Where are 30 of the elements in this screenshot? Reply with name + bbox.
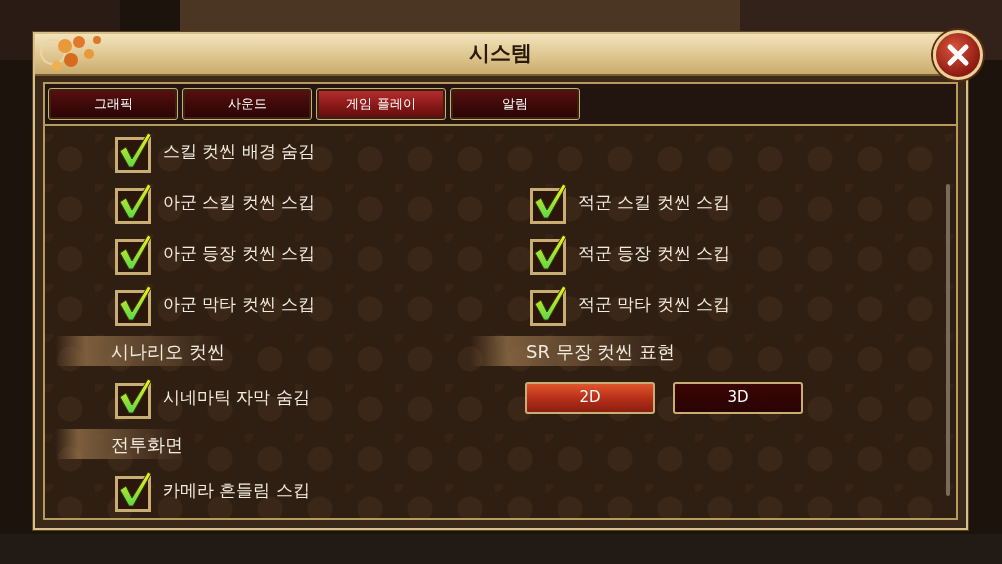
- checkbox-label: 적군 등장 컷씬 스킵: [578, 241, 731, 265]
- checkbox[interactable]: [115, 181, 153, 224]
- scrollbar[interactable]: [946, 184, 950, 496]
- section-heading: 시나리오 컷씬: [55, 336, 225, 366]
- checkbox-label: 시네마틱 자막 숨김: [163, 385, 310, 409]
- checkbox-label: 스킬 컷씬 배경 숨김: [163, 139, 316, 163]
- checkbox[interactable]: [115, 130, 153, 173]
- close-icon: [946, 43, 970, 67]
- checkbox[interactable]: [530, 232, 568, 275]
- window-title: 시스템: [469, 40, 532, 68]
- option-button[interactable]: 2D: [525, 381, 655, 414]
- tab[interactable]: 게임 플레이: [316, 88, 446, 120]
- checkbox-label: 아군 막타 컷씬 스킵: [163, 292, 316, 316]
- checkbox-label: 아군 스킬 컷씬 스킵: [163, 190, 316, 214]
- checkbox[interactable]: [530, 283, 568, 326]
- checkbox-label: 아군 등장 컷씬 스킵: [163, 241, 316, 265]
- checkbox[interactable]: [115, 283, 153, 326]
- tab[interactable]: 그래픽: [48, 88, 178, 120]
- checkbox[interactable]: [530, 181, 568, 224]
- section-heading: SR 무장 컷씬 표현: [470, 336, 676, 366]
- checkbox[interactable]: [115, 232, 153, 275]
- checkbox[interactable]: [115, 376, 153, 419]
- section-heading: 전투화면: [55, 429, 183, 459]
- checkbox-label: 적군 스킬 컷씬 스킵: [578, 190, 731, 214]
- option-button[interactable]: 3D: [673, 381, 803, 414]
- tab[interactable]: 알림: [450, 88, 580, 120]
- checkbox-label: 카메라 흔들림 스킵: [163, 478, 310, 502]
- checkbox-label: 적군 막타 컷씬 스킵: [578, 292, 731, 316]
- tab[interactable]: 사운드: [182, 88, 312, 120]
- checkbox[interactable]: [115, 469, 153, 512]
